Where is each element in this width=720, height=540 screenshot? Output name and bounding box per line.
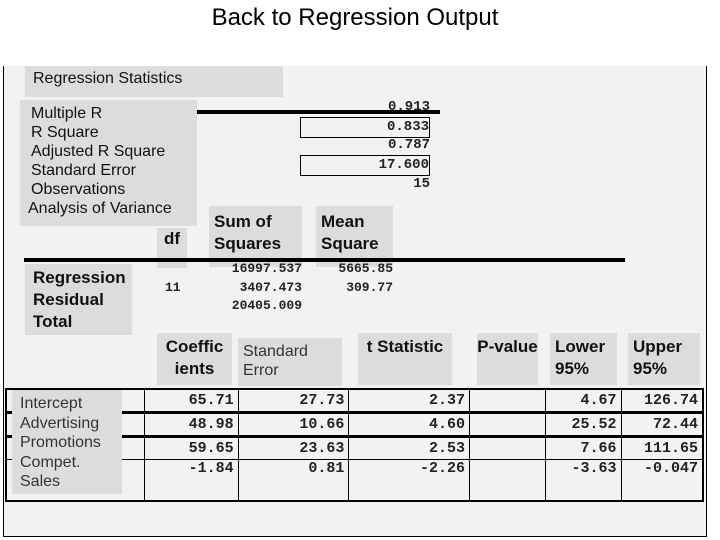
ss-value: 20405.009 [231, 298, 302, 313]
anova-row-label: Regression [33, 268, 126, 287]
stat-value: 0.787 [387, 137, 430, 153]
coef-row-labels: Intercept Advertising Promotions Compet.… [12, 390, 122, 494]
table-cell: -1.84 [143, 459, 239, 502]
stat-value: 0.913 [387, 99, 430, 115]
anova-df-value: 11 [165, 280, 181, 295]
stat-label: Observations [31, 181, 126, 198]
anova-row-labels: Regression Residual Total [25, 264, 132, 335]
table-cell [469, 412, 546, 437]
table-cell: 4.60 [348, 412, 470, 437]
ms-value: 5665.85 [338, 261, 393, 276]
stat-label: Multiple R [31, 105, 103, 122]
table-cell: -0.047 [620, 459, 704, 502]
stat-value: 17.600 [300, 155, 430, 176]
table-cell: 2.53 [348, 436, 470, 460]
table-cell: 126.74 [620, 388, 704, 413]
table-cell [469, 388, 546, 413]
coefficients-header: Coeffic ients [157, 333, 232, 385]
ms-value: 309.77 [346, 280, 393, 295]
table-cell: 23.63 [237, 436, 350, 460]
table-cell: 72.44 [620, 412, 704, 437]
p-value-header: P-value [477, 333, 538, 385]
stats-labels: Multiple R R Square Adjusted R Square St… [20, 100, 197, 226]
stat-label: Analysis of Variance [28, 200, 172, 217]
lower-95-header: Lower 95% [550, 333, 617, 385]
coef-row-label: Promotions [20, 434, 101, 451]
coef-row-label: Compet. Sales [20, 453, 81, 491]
table-cell: 59.65 [143, 436, 239, 460]
upper-95-header: Upper 95% [628, 333, 700, 385]
anova-row-label: Total [33, 312, 73, 331]
back-to-regression-output-link[interactable]: Back to Regression Output [0, 4, 710, 32]
stat-value: 15 [413, 176, 430, 192]
table-cell: 10.66 [237, 412, 350, 437]
table-cell: 2.37 [348, 388, 470, 413]
ss-value: 16997.537 [231, 261, 302, 276]
table-cell: 48.98 [143, 412, 239, 437]
table-cell: -3.63 [544, 459, 622, 502]
stat-value: 0.833 [300, 117, 430, 138]
ss-value: 3407.473 [239, 280, 302, 295]
table-cell: -2.26 [348, 459, 470, 502]
stat-label: Standard Error [31, 162, 136, 179]
stat-label: R Square [31, 124, 99, 141]
standard-error-header: Standard Error [238, 338, 342, 386]
table-cell [469, 459, 546, 502]
table-cell [469, 436, 546, 460]
coef-row-label: Intercept [20, 395, 83, 412]
df-header: df [157, 228, 187, 268]
table-cell: 0.81 [237, 459, 350, 502]
table-cell: 25.52 [544, 412, 622, 437]
coef-row-label: Advertising [20, 414, 100, 432]
stat-label: Adjusted R Square [31, 143, 166, 160]
anova-row-label: Residual [33, 290, 104, 309]
table-cell: 4.67 [544, 388, 622, 413]
table-cell: 27.73 [237, 388, 350, 413]
table-cell: 7.66 [544, 436, 622, 460]
regression-statistics-header: Regression Statistics [25, 66, 283, 97]
table-cell: 65.71 [143, 388, 239, 413]
t-statistic-header: t Statistic [358, 333, 452, 385]
table-cell: 111.65 [620, 436, 704, 460]
